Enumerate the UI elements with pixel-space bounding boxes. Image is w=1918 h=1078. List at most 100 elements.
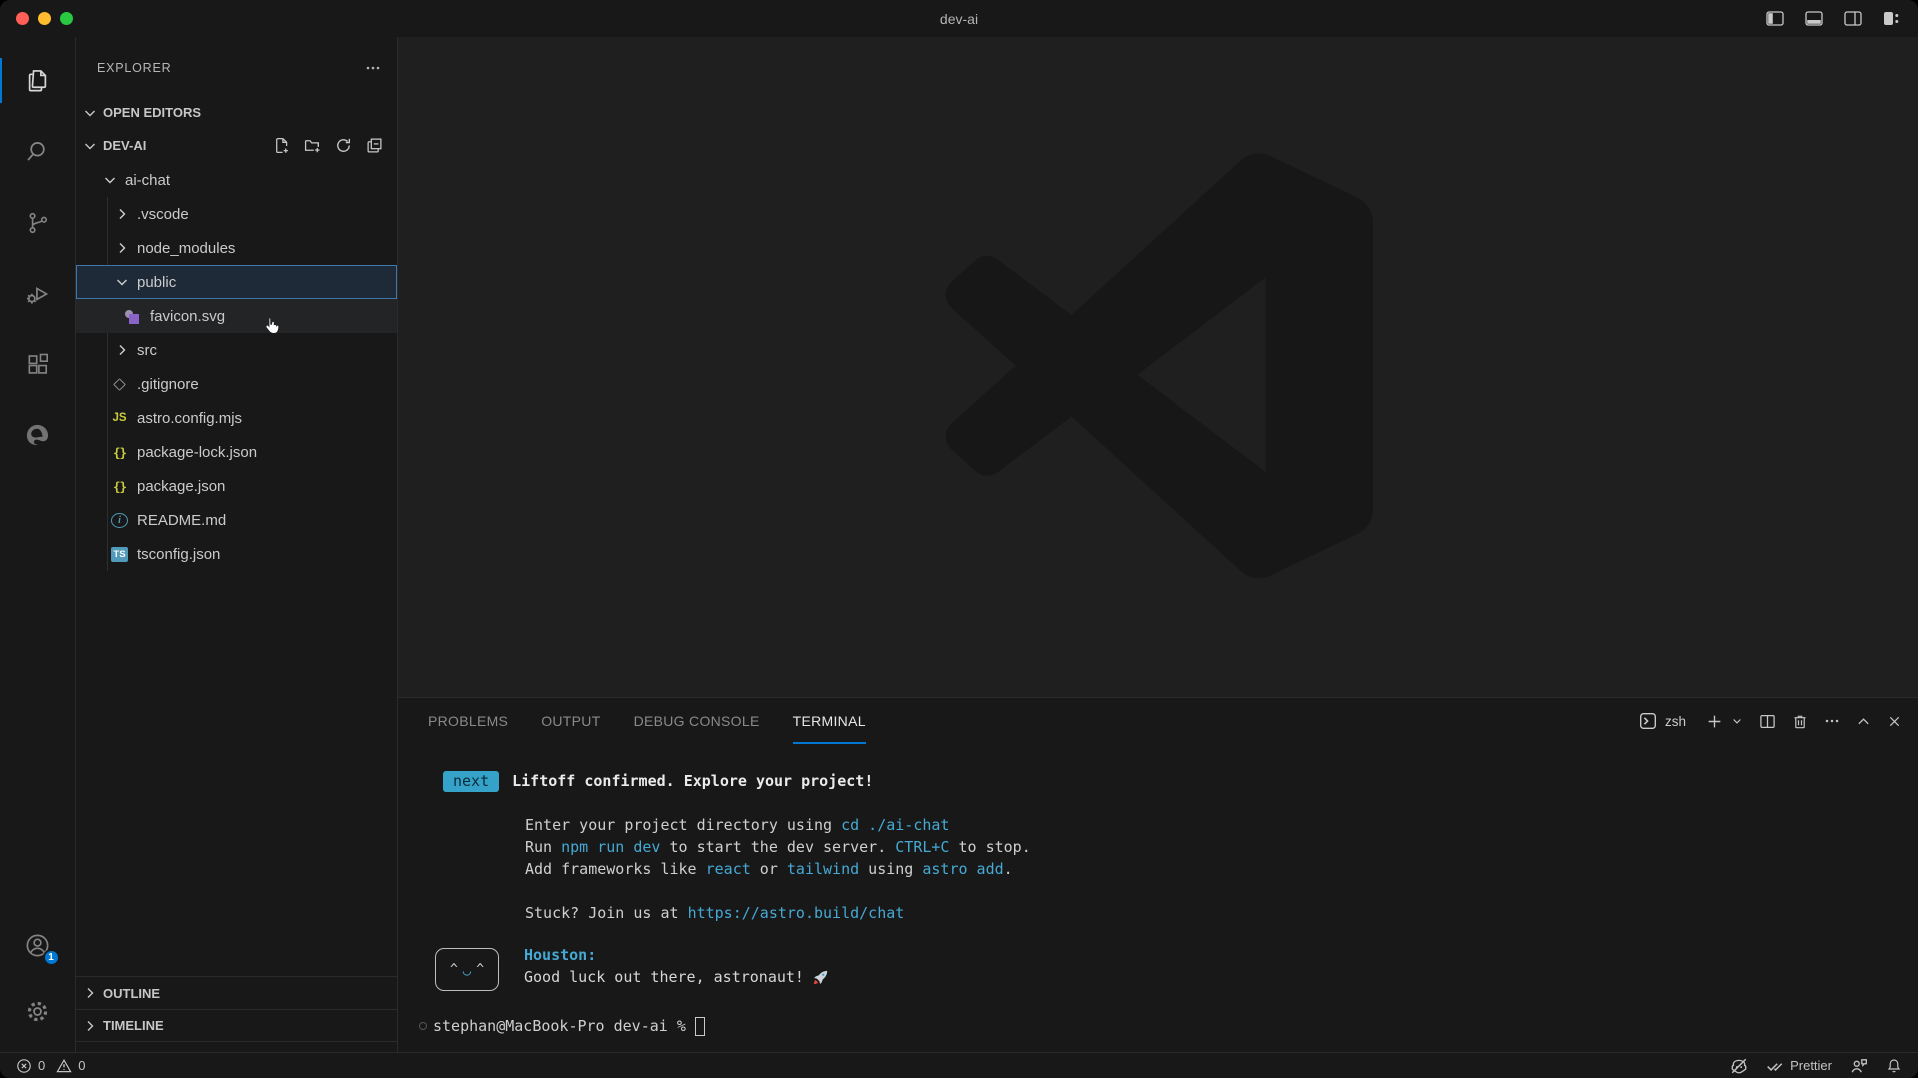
activity-settings[interactable] — [0, 978, 76, 1044]
terminal-prompt-line[interactable]: stephan@MacBook-Pro dev-ai % — [419, 1015, 1918, 1037]
file-icon-ts: TS — [111, 546, 128, 562]
terminal-banner: next Liftoff confirmed. Explore your pro… — [433, 770, 1918, 792]
sidebar-title: EXPLORER — [97, 61, 172, 75]
tree-item-astro-config-mjs[interactable]: JS astro.config.mjs — [76, 401, 397, 435]
prettier-status[interactable]: Prettier — [1766, 1057, 1832, 1075]
terminal-text: to start the dev server. — [660, 838, 896, 856]
refresh-icon[interactable] — [335, 137, 352, 154]
file-label: astro.config.mjs — [137, 409, 243, 427]
banner-title: Liftoff confirmed. Explore your project! — [512, 772, 874, 790]
activity-extensions[interactable] — [0, 329, 76, 400]
tree-item-public[interactable]: public — [76, 265, 397, 299]
terminal-link[interactable]: https://astro.build/chat — [688, 904, 905, 922]
vscode-watermark-logo — [943, 152, 1373, 582]
tree-item-src[interactable]: src — [76, 333, 397, 367]
bell-icon — [1886, 1058, 1902, 1074]
tree-item--gitignore[interactable]: .gitignore — [76, 367, 397, 401]
problems-status[interactable]: 0 0 — [16, 1058, 90, 1074]
tree-item-package-json[interactable]: {} package.json — [76, 469, 397, 503]
shell-selector[interactable]: zsh — [1639, 712, 1686, 730]
terminal-text: react — [705, 860, 751, 878]
file-label: .gitignore — [137, 375, 199, 393]
chevron-down-icon — [102, 172, 118, 188]
project-section-label: DEV-AI — [103, 138, 147, 153]
terminal-line: Enter your project directory using cd ./… — [433, 814, 1918, 836]
toggle-primary-sidebar-icon[interactable] — [1766, 11, 1784, 26]
tree-item-package-lock-json[interactable]: {} package-lock.json — [76, 435, 397, 469]
file-tree: ai-chat .vscode node_modules public favicon.… — [76, 163, 397, 571]
kill-terminal-icon[interactable] — [1792, 713, 1808, 730]
customize-layout-icon[interactable] — [1883, 11, 1900, 26]
activity-run-debug[interactable] — [0, 258, 76, 329]
terminal-text: . — [1003, 860, 1013, 878]
terminal-text: using — [859, 860, 923, 878]
views-more-actions-icon[interactable] — [365, 60, 381, 76]
outline-section-header[interactable]: OUTLINE — [76, 976, 397, 1009]
outline-label: OUTLINE — [103, 985, 161, 1001]
terminal-dropdown-chevron-icon[interactable] — [1731, 715, 1743, 727]
split-terminal-icon[interactable] — [1759, 713, 1776, 730]
tab-problems[interactable]: PROBLEMS — [428, 698, 508, 744]
file-icon-svg — [124, 308, 141, 325]
feedback-status[interactable] — [1850, 1057, 1868, 1075]
project-section-header[interactable]: DEV-AI — [76, 128, 397, 163]
error-count: 0 — [38, 1058, 46, 1073]
terminal-output[interactable]: next Liftoff confirmed. Explore your pro… — [398, 744, 1918, 1037]
houston-name: Houston: — [524, 946, 597, 964]
terminal-text: Stuck? Join us at — [525, 904, 688, 922]
file-label: package-lock.json — [137, 443, 258, 461]
timeline-section-header[interactable]: TIMELINE — [76, 1009, 397, 1042]
zoom-window-button[interactable] — [60, 12, 73, 25]
feedback-icon — [1850, 1057, 1868, 1075]
shell-name: zsh — [1664, 713, 1686, 729]
terminal-line: Stuck? Join us at https://astro.build/ch… — [433, 902, 1918, 924]
houston-face: ^ ◡ ^ — [435, 948, 499, 991]
new-terminal-icon[interactable] — [1706, 713, 1723, 730]
command-decoration-icon — [419, 1022, 427, 1030]
activity-explorer[interactable] — [0, 45, 76, 116]
explorer-sidebar: EXPLORER OPEN EDITORS DEV-AI ai-chat .vs… — [76, 37, 398, 1052]
activity-bar: 1 — [0, 37, 76, 1052]
copilot-disabled-status[interactable] — [1730, 1057, 1748, 1075]
tree-item--vscode[interactable]: .vscode — [76, 197, 397, 231]
tab-output[interactable]: OUTPUT — [541, 698, 600, 744]
gear-icon — [24, 998, 51, 1025]
open-editors-header[interactable]: OPEN EDITORS — [76, 97, 397, 128]
editor-empty-area — [398, 37, 1918, 697]
activity-edge-tools[interactable] — [0, 400, 76, 471]
file-label: ai-chat — [125, 171, 171, 189]
panel-more-actions-icon[interactable] — [1824, 713, 1840, 729]
account-badge: 1 — [42, 949, 60, 966]
terminal-icon — [1639, 712, 1657, 730]
minimize-window-button[interactable] — [38, 12, 51, 25]
chevron-right-icon — [114, 240, 130, 256]
tree-item-readme-md[interactable]: i README.md — [76, 503, 397, 537]
tree-item-ai-chat[interactable]: ai-chat — [76, 163, 397, 197]
maximize-panel-icon[interactable] — [1856, 714, 1871, 729]
tab-terminal[interactable]: TERMINAL — [792, 698, 866, 744]
bottom-panel: PROBLEMS OUTPUT DEBUG CONSOLE TERMINAL z… — [398, 697, 1918, 1052]
notifications-status[interactable] — [1886, 1058, 1902, 1074]
activity-accounts[interactable]: 1 — [0, 912, 76, 978]
tree-item-favicon-svg[interactable]: favicon.svg — [76, 299, 397, 333]
activity-source-control[interactable] — [0, 187, 76, 258]
file-icon-js: JS — [112, 412, 127, 424]
terminal-text: CTRL+C — [895, 838, 950, 856]
close-panel-icon[interactable] — [1887, 714, 1902, 729]
terminal-line: Run npm run dev to start the dev server.… — [433, 836, 1918, 858]
layout-controls — [1766, 11, 1900, 26]
tree-item-node-modules[interactable]: node_modules — [76, 231, 397, 265]
terminal-line: Add frameworks like react or tailwind us… — [433, 858, 1918, 880]
terminal-text: astro add — [922, 860, 1004, 878]
toggle-secondary-sidebar-icon[interactable] — [1844, 11, 1862, 26]
activity-search[interactable] — [0, 116, 76, 187]
toggle-panel-icon[interactable] — [1805, 11, 1823, 26]
new-file-icon[interactable] — [273, 137, 290, 154]
new-folder-icon[interactable] — [304, 137, 321, 154]
file-icon-git — [111, 376, 128, 393]
tree-item-tsconfig-json[interactable]: TS tsconfig.json — [76, 537, 397, 571]
collapse-all-icon[interactable] — [366, 137, 383, 154]
close-window-button[interactable] — [16, 12, 29, 25]
tab-debug-console[interactable]: DEBUG CONSOLE — [634, 698, 760, 744]
